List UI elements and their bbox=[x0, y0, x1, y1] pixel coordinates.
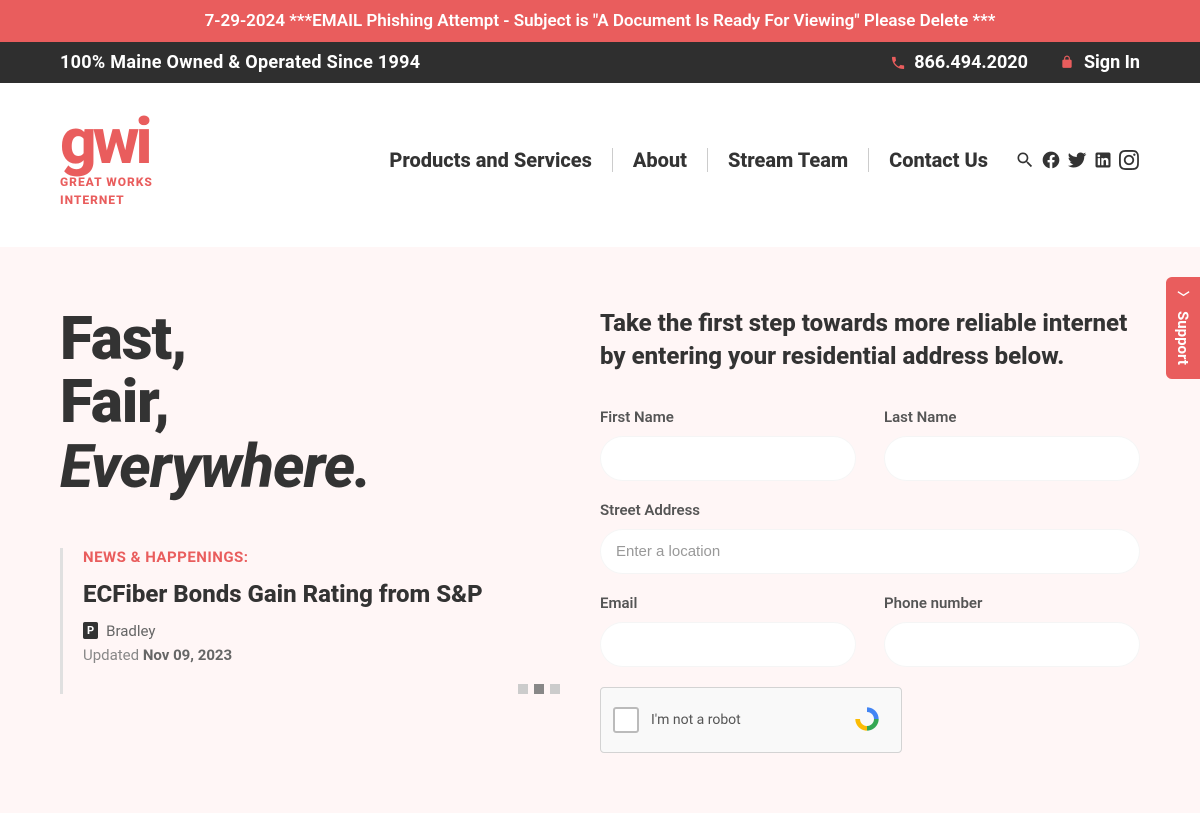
street-input[interactable] bbox=[600, 529, 1140, 574]
news-block: NEWS & HAPPENINGS: ECFiber Bonds Gain Ra… bbox=[60, 548, 560, 694]
first-name-input[interactable] bbox=[600, 436, 856, 481]
street-label: Street Address bbox=[600, 501, 1140, 519]
logo[interactable]: gwi GREAT WORKS INTERNET bbox=[60, 113, 153, 207]
facebook-icon[interactable] bbox=[1040, 149, 1062, 171]
recaptcha-label: I'm not a robot bbox=[651, 712, 833, 728]
phone-text: 866.494.2020 bbox=[914, 52, 1028, 73]
signin-link[interactable]: Sign In bbox=[1060, 52, 1140, 73]
news-updated: Updated Nov 09, 2023 bbox=[83, 646, 560, 664]
nav-contact[interactable]: Contact Us bbox=[869, 148, 1008, 172]
lock-icon bbox=[1060, 55, 1076, 71]
main-header: gwi GREAT WORKS INTERNET Products and Se… bbox=[0, 83, 1200, 247]
last-name-field: Last Name bbox=[884, 408, 1140, 481]
nav-products[interactable]: Products and Services bbox=[369, 148, 613, 172]
street-field: Street Address bbox=[600, 501, 1140, 574]
author-badge: P bbox=[83, 622, 98, 639]
chevron-up-icon: ︿ bbox=[1175, 291, 1192, 303]
announcement-bar: 7-29-2024 ***EMAIL Phishing Attempt - Su… bbox=[0, 0, 1200, 42]
carousel-dots bbox=[83, 684, 560, 694]
linkedin-icon[interactable] bbox=[1092, 149, 1114, 171]
news-headline[interactable]: ECFiber Bonds Gain Rating from S&P bbox=[83, 580, 560, 608]
recaptcha-widget: I'm not a robot bbox=[600, 687, 902, 753]
main-nav: Products and Services About Stream Team … bbox=[369, 148, 1140, 172]
last-name-input[interactable] bbox=[884, 436, 1140, 481]
hero-headline: Fast, Fair, Everywhere. bbox=[60, 307, 560, 498]
nav-about[interactable]: About bbox=[613, 148, 708, 172]
recaptcha-checkbox[interactable] bbox=[613, 707, 639, 733]
email-field: Email bbox=[600, 594, 856, 667]
hero-line3: Everywhere. bbox=[60, 435, 560, 498]
logo-sub1: GREAT WORKS bbox=[60, 175, 153, 189]
first-name-label: First Name bbox=[600, 408, 856, 426]
form-title: Take the first step towards more reliabl… bbox=[600, 307, 1140, 374]
news-author: Bradley bbox=[106, 622, 155, 640]
instagram-icon[interactable] bbox=[1118, 149, 1140, 171]
hero-line2: Fair, bbox=[60, 366, 169, 437]
logo-sub2: INTERNET bbox=[60, 193, 153, 207]
hero-section: Fast, Fair, Everywhere. NEWS & HAPPENING… bbox=[0, 247, 1200, 813]
email-input[interactable] bbox=[600, 622, 856, 667]
recaptcha-logo-icon bbox=[845, 698, 889, 742]
phone-icon bbox=[890, 55, 906, 71]
carousel-dot-2[interactable] bbox=[534, 684, 544, 694]
last-name-label: Last Name bbox=[884, 408, 1140, 426]
first-name-field: First Name bbox=[600, 408, 856, 481]
carousel-dot-1[interactable] bbox=[518, 684, 528, 694]
twitter-icon[interactable] bbox=[1066, 149, 1088, 171]
phone-input[interactable] bbox=[884, 622, 1140, 667]
phone-label: Phone number bbox=[884, 594, 1140, 612]
search-icon[interactable] bbox=[1014, 149, 1036, 171]
logo-mark: gwi bbox=[60, 113, 153, 171]
email-label: Email bbox=[600, 594, 856, 612]
phone-field: Phone number bbox=[884, 594, 1140, 667]
tagline: 100% Maine Owned & Operated Since 1994 bbox=[60, 52, 420, 73]
carousel-dot-3[interactable] bbox=[550, 684, 560, 694]
signin-text: Sign In bbox=[1084, 52, 1140, 73]
support-tab[interactable]: ︿ Support bbox=[1166, 277, 1200, 379]
phone-link[interactable]: 866.494.2020 bbox=[890, 52, 1028, 73]
news-label: NEWS & HAPPENINGS: bbox=[83, 548, 560, 566]
news-meta: P Bradley bbox=[83, 622, 560, 640]
info-bar: 100% Maine Owned & Operated Since 1994 8… bbox=[0, 42, 1200, 83]
hero-line1: Fast, bbox=[60, 303, 186, 374]
nav-stream[interactable]: Stream Team bbox=[708, 148, 869, 172]
support-tab-label: Support bbox=[1174, 311, 1192, 365]
